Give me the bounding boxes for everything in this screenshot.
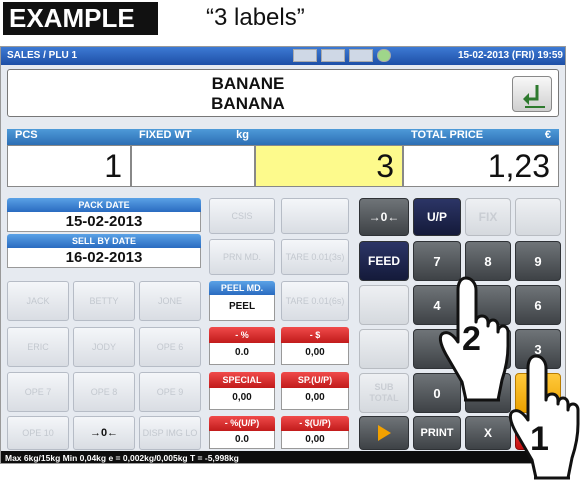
fix-button[interactable]: FIX — [465, 198, 511, 236]
tare-button[interactable]: TARE 0.01(3s) — [281, 239, 349, 275]
csis-button[interactable]: CSIS — [209, 198, 275, 234]
blank-key-2[interactable] — [359, 285, 409, 325]
blank-key[interactable] — [515, 198, 561, 236]
percent-up-button[interactable]: - %(U/P) 0.0 — [209, 416, 275, 450]
indicator-icon — [321, 49, 345, 62]
total-price-field: 1,23 — [403, 145, 559, 187]
product-name-box: BANANE BANANA — [7, 69, 559, 117]
operator-ope7[interactable]: OPE 7 — [7, 372, 69, 412]
zero-set-button[interactable]: →0← — [359, 198, 409, 236]
step-1-label: 1 — [530, 420, 549, 458]
operator-jody[interactable]: JODY — [73, 327, 135, 367]
tare-button-2[interactable]: TARE 0.01(6s) — [281, 281, 349, 321]
indicator-icon — [293, 49, 317, 62]
blank-key-3[interactable] — [359, 329, 409, 369]
operator-ope10[interactable]: OPE 10 — [7, 416, 69, 450]
screen-title: SALES / PLU 1 — [7, 50, 78, 61]
datetime: 15-02-2013 (FRI) 19:59 — [457, 50, 563, 61]
prn-md-button[interactable]: PRN MD. — [209, 239, 275, 275]
battery-icon — [349, 49, 373, 62]
operator-ope9[interactable]: OPE 9 — [139, 372, 201, 412]
top-bar: SALES / PLU 1 15-02-2013 (FRI) 19:59 — [1, 47, 565, 65]
product-name-1: BANANE — [211, 74, 285, 93]
example-badge: EXAMPLE — [3, 2, 158, 35]
blank-button[interactable] — [281, 198, 349, 234]
return-arrow-icon — [523, 85, 545, 108]
play-button[interactable] — [359, 416, 409, 450]
back-button[interactable] — [512, 76, 552, 112]
sub-total-button[interactable]: SUB TOTAL — [359, 373, 409, 413]
print-button[interactable]: PRINT — [413, 416, 461, 450]
fixed-wt-header: FIXED WT kg — [131, 129, 255, 145]
discount-amount-button[interactable]: - $ 0,00 — [281, 327, 349, 367]
caption: “3 labels” — [206, 4, 305, 31]
qty-header — [255, 129, 403, 145]
pcs-field[interactable]: 1 — [7, 145, 131, 187]
unit-price-button[interactable]: U/P — [413, 198, 461, 236]
status-bar: Max 6kg/15kg Min 0,04kg e = 0,002kg/0,00… — [1, 451, 565, 463]
operator-ope6[interactable]: OPE 6 — [139, 327, 201, 367]
special-up-button[interactable]: SP.(U/P) 0,00 — [281, 372, 349, 412]
step-2-label: 2 — [462, 320, 481, 358]
multiply-button[interactable]: X — [465, 416, 511, 450]
product-name-2: BANANA — [211, 94, 285, 113]
status-icon — [377, 49, 391, 62]
operator-jack[interactable]: JACK — [7, 281, 69, 321]
play-icon — [378, 425, 391, 441]
operator-ope8[interactable]: OPE 8 — [73, 372, 135, 412]
qty-field[interactable]: 3 — [255, 145, 403, 187]
pack-date[interactable]: PACK DATE 15-02-2013 — [7, 198, 201, 232]
operator-eric[interactable]: ERIC — [7, 327, 69, 367]
total-price-header: TOTAL PRICE € — [403, 129, 559, 145]
disp-img-button[interactable]: DISP IMG LO — [139, 416, 201, 450]
fixed-wt-field[interactable] — [131, 145, 255, 187]
operator-jone[interactable]: JONE — [139, 281, 201, 321]
operator-betty[interactable]: BETTY — [73, 281, 135, 321]
discount-percent-button[interactable]: - % 0.0 — [209, 327, 275, 367]
sell-by-date[interactable]: SELL BY DATE 16-02-2013 — [7, 234, 201, 268]
feed-button[interactable]: FEED — [359, 241, 409, 281]
pcs-header: PCS — [7, 129, 131, 145]
zero-button[interactable]: →0← — [73, 416, 135, 450]
key-9[interactable]: 9 — [515, 241, 561, 281]
key-6[interactable]: 6 — [515, 285, 561, 325]
peel-md-button[interactable]: PEEL MD. PEEL — [209, 281, 275, 321]
amount-up-button[interactable]: - $(U/P) 0,00 — [281, 416, 349, 450]
special-button[interactable]: SPECIAL 0,00 — [209, 372, 275, 412]
